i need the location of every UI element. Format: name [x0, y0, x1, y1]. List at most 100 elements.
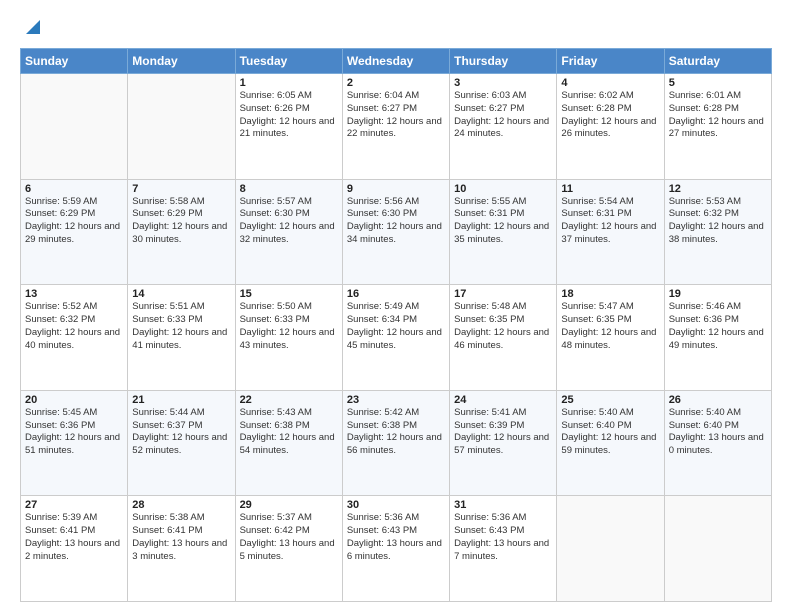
- calendar-cell: 2Sunrise: 6:04 AM Sunset: 6:27 PM Daylig…: [342, 74, 449, 180]
- calendar-header-friday: Friday: [557, 49, 664, 74]
- day-info: Sunrise: 5:36 AM Sunset: 6:43 PM Dayligh…: [454, 512, 552, 563]
- calendar-week-row: 1Sunrise: 6:05 AM Sunset: 6:26 PM Daylig…: [21, 74, 772, 180]
- day-info: Sunrise: 6:03 AM Sunset: 6:27 PM Dayligh…: [454, 90, 552, 141]
- calendar-cell: 21Sunrise: 5:44 AM Sunset: 6:37 PM Dayli…: [128, 390, 235, 496]
- calendar-cell: 12Sunrise: 5:53 AM Sunset: 6:32 PM Dayli…: [664, 179, 771, 285]
- day-number: 25: [561, 394, 659, 406]
- calendar-cell: 29Sunrise: 5:37 AM Sunset: 6:42 PM Dayli…: [235, 496, 342, 602]
- day-number: 29: [240, 499, 338, 511]
- day-info: Sunrise: 5:58 AM Sunset: 6:29 PM Dayligh…: [132, 196, 230, 247]
- calendar-week-row: 27Sunrise: 5:39 AM Sunset: 6:41 PM Dayli…: [21, 496, 772, 602]
- day-info: Sunrise: 5:50 AM Sunset: 6:33 PM Dayligh…: [240, 301, 338, 352]
- day-number: 1: [240, 77, 338, 89]
- calendar-cell: 30Sunrise: 5:36 AM Sunset: 6:43 PM Dayli…: [342, 496, 449, 602]
- day-info: Sunrise: 6:02 AM Sunset: 6:28 PM Dayligh…: [561, 90, 659, 141]
- day-info: Sunrise: 5:41 AM Sunset: 6:39 PM Dayligh…: [454, 407, 552, 458]
- day-info: Sunrise: 5:38 AM Sunset: 6:41 PM Dayligh…: [132, 512, 230, 563]
- calendar-header-row: SundayMondayTuesdayWednesdayThursdayFrid…: [21, 49, 772, 74]
- day-number: 13: [25, 288, 123, 300]
- calendar-cell: 6Sunrise: 5:59 AM Sunset: 6:29 PM Daylig…: [21, 179, 128, 285]
- logo-icon: [22, 16, 44, 38]
- calendar-cell: 15Sunrise: 5:50 AM Sunset: 6:33 PM Dayli…: [235, 285, 342, 391]
- calendar-header-sunday: Sunday: [21, 49, 128, 74]
- calendar-cell: 9Sunrise: 5:56 AM Sunset: 6:30 PM Daylig…: [342, 179, 449, 285]
- calendar-week-row: 6Sunrise: 5:59 AM Sunset: 6:29 PM Daylig…: [21, 179, 772, 285]
- calendar-cell: 27Sunrise: 5:39 AM Sunset: 6:41 PM Dayli…: [21, 496, 128, 602]
- calendar-cell: 22Sunrise: 5:43 AM Sunset: 6:38 PM Dayli…: [235, 390, 342, 496]
- day-number: 23: [347, 394, 445, 406]
- calendar-cell: 25Sunrise: 5:40 AM Sunset: 6:40 PM Dayli…: [557, 390, 664, 496]
- day-info: Sunrise: 5:40 AM Sunset: 6:40 PM Dayligh…: [561, 407, 659, 458]
- day-number: 12: [669, 183, 767, 195]
- calendar-week-row: 20Sunrise: 5:45 AM Sunset: 6:36 PM Dayli…: [21, 390, 772, 496]
- day-info: Sunrise: 5:56 AM Sunset: 6:30 PM Dayligh…: [347, 196, 445, 247]
- calendar-week-row: 13Sunrise: 5:52 AM Sunset: 6:32 PM Dayli…: [21, 285, 772, 391]
- day-number: 8: [240, 183, 338, 195]
- day-info: Sunrise: 5:53 AM Sunset: 6:32 PM Dayligh…: [669, 196, 767, 247]
- logo: [20, 18, 44, 38]
- day-number: 10: [454, 183, 552, 195]
- day-number: 22: [240, 394, 338, 406]
- day-number: 7: [132, 183, 230, 195]
- day-number: 15: [240, 288, 338, 300]
- day-info: Sunrise: 5:59 AM Sunset: 6:29 PM Dayligh…: [25, 196, 123, 247]
- calendar-cell: 8Sunrise: 5:57 AM Sunset: 6:30 PM Daylig…: [235, 179, 342, 285]
- day-info: Sunrise: 5:49 AM Sunset: 6:34 PM Dayligh…: [347, 301, 445, 352]
- calendar-cell: [128, 74, 235, 180]
- day-info: Sunrise: 6:04 AM Sunset: 6:27 PM Dayligh…: [347, 90, 445, 141]
- page: SundayMondayTuesdayWednesdayThursdayFrid…: [0, 0, 792, 612]
- day-info: Sunrise: 5:37 AM Sunset: 6:42 PM Dayligh…: [240, 512, 338, 563]
- day-info: Sunrise: 5:47 AM Sunset: 6:35 PM Dayligh…: [561, 301, 659, 352]
- day-info: Sunrise: 5:39 AM Sunset: 6:41 PM Dayligh…: [25, 512, 123, 563]
- day-number: 5: [669, 77, 767, 89]
- day-number: 9: [347, 183, 445, 195]
- calendar-header-saturday: Saturday: [664, 49, 771, 74]
- calendar-cell: 18Sunrise: 5:47 AM Sunset: 6:35 PM Dayli…: [557, 285, 664, 391]
- day-number: 16: [347, 288, 445, 300]
- day-info: Sunrise: 5:40 AM Sunset: 6:40 PM Dayligh…: [669, 407, 767, 458]
- day-info: Sunrise: 5:55 AM Sunset: 6:31 PM Dayligh…: [454, 196, 552, 247]
- day-number: 11: [561, 183, 659, 195]
- day-number: 18: [561, 288, 659, 300]
- calendar-cell: 23Sunrise: 5:42 AM Sunset: 6:38 PM Dayli…: [342, 390, 449, 496]
- day-info: Sunrise: 6:05 AM Sunset: 6:26 PM Dayligh…: [240, 90, 338, 141]
- calendar-cell: [557, 496, 664, 602]
- calendar-cell: 16Sunrise: 5:49 AM Sunset: 6:34 PM Dayli…: [342, 285, 449, 391]
- calendar-cell: 17Sunrise: 5:48 AM Sunset: 6:35 PM Dayli…: [450, 285, 557, 391]
- calendar-cell: 3Sunrise: 6:03 AM Sunset: 6:27 PM Daylig…: [450, 74, 557, 180]
- day-number: 30: [347, 499, 445, 511]
- day-number: 14: [132, 288, 230, 300]
- calendar-header-tuesday: Tuesday: [235, 49, 342, 74]
- day-info: Sunrise: 6:01 AM Sunset: 6:28 PM Dayligh…: [669, 90, 767, 141]
- header: [20, 18, 772, 38]
- day-info: Sunrise: 5:45 AM Sunset: 6:36 PM Dayligh…: [25, 407, 123, 458]
- calendar-cell: 14Sunrise: 5:51 AM Sunset: 6:33 PM Dayli…: [128, 285, 235, 391]
- day-info: Sunrise: 5:48 AM Sunset: 6:35 PM Dayligh…: [454, 301, 552, 352]
- calendar-table: SundayMondayTuesdayWednesdayThursdayFrid…: [20, 48, 772, 602]
- day-info: Sunrise: 5:43 AM Sunset: 6:38 PM Dayligh…: [240, 407, 338, 458]
- day-number: 28: [132, 499, 230, 511]
- calendar-cell: 31Sunrise: 5:36 AM Sunset: 6:43 PM Dayli…: [450, 496, 557, 602]
- calendar-cell: 28Sunrise: 5:38 AM Sunset: 6:41 PM Dayli…: [128, 496, 235, 602]
- day-info: Sunrise: 5:52 AM Sunset: 6:32 PM Dayligh…: [25, 301, 123, 352]
- day-number: 20: [25, 394, 123, 406]
- day-number: 19: [669, 288, 767, 300]
- calendar-cell: 7Sunrise: 5:58 AM Sunset: 6:29 PM Daylig…: [128, 179, 235, 285]
- calendar-cell: 13Sunrise: 5:52 AM Sunset: 6:32 PM Dayli…: [21, 285, 128, 391]
- day-number: 24: [454, 394, 552, 406]
- day-number: 31: [454, 499, 552, 511]
- calendar-cell: 4Sunrise: 6:02 AM Sunset: 6:28 PM Daylig…: [557, 74, 664, 180]
- day-info: Sunrise: 5:51 AM Sunset: 6:33 PM Dayligh…: [132, 301, 230, 352]
- day-info: Sunrise: 5:42 AM Sunset: 6:38 PM Dayligh…: [347, 407, 445, 458]
- day-info: Sunrise: 5:36 AM Sunset: 6:43 PM Dayligh…: [347, 512, 445, 563]
- day-number: 17: [454, 288, 552, 300]
- calendar-cell: 20Sunrise: 5:45 AM Sunset: 6:36 PM Dayli…: [21, 390, 128, 496]
- day-number: 26: [669, 394, 767, 406]
- calendar-cell: [664, 496, 771, 602]
- day-info: Sunrise: 5:57 AM Sunset: 6:30 PM Dayligh…: [240, 196, 338, 247]
- calendar-cell: 19Sunrise: 5:46 AM Sunset: 6:36 PM Dayli…: [664, 285, 771, 391]
- calendar-cell: 1Sunrise: 6:05 AM Sunset: 6:26 PM Daylig…: [235, 74, 342, 180]
- day-number: 2: [347, 77, 445, 89]
- calendar-cell: 10Sunrise: 5:55 AM Sunset: 6:31 PM Dayli…: [450, 179, 557, 285]
- day-number: 21: [132, 394, 230, 406]
